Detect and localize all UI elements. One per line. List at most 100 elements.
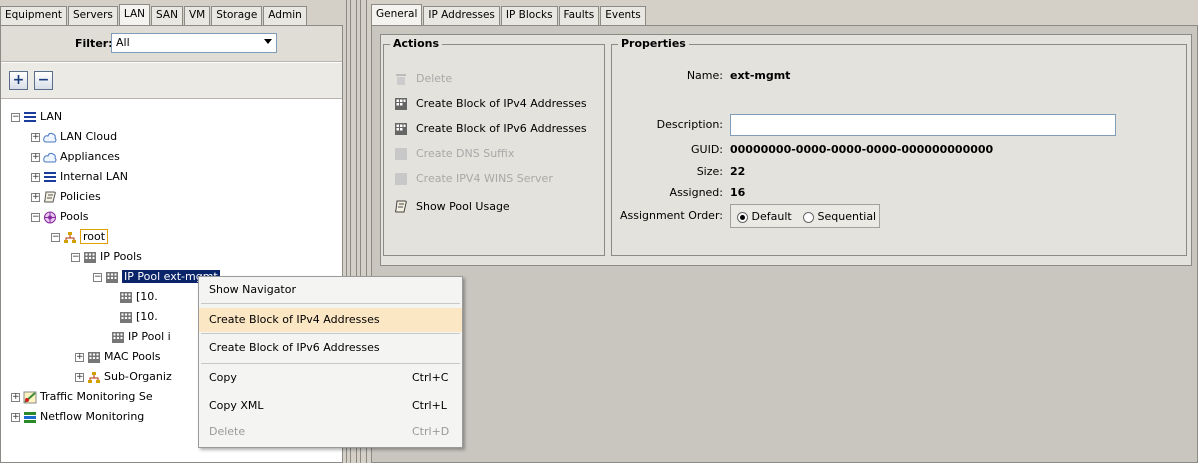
tree-label: Policies [60, 190, 101, 203]
lan-icon [23, 111, 37, 124]
filter-dropdown[interactable]: All [111, 33, 277, 53]
expand-icon[interactable]: + [31, 152, 40, 162]
tab-events[interactable]: Events [600, 6, 646, 25]
action-create-ipv4-block[interactable]: Create Block of IPv4 Addresses [394, 95, 587, 113]
tab-ip-addresses[interactable]: IP Addresses [423, 6, 500, 25]
menu-delete[interactable]: Delete Ctrl+D [199, 420, 462, 444]
description-input[interactable] [730, 114, 1116, 136]
cloud-icon [43, 151, 57, 164]
radio-sequential[interactable]: Sequential [803, 210, 876, 223]
tree-node-ip-pool-i[interactable]: IP Pool i [111, 328, 171, 345]
tree-label: LAN Cloud [60, 130, 118, 143]
assigned-label-row: Assigned: [621, 184, 723, 202]
tab-vm[interactable]: VM [183, 6, 211, 25]
menu-copy[interactable]: Copy Ctrl+C [199, 366, 462, 390]
tree-node-appliances[interactable]: + Appliances [31, 148, 120, 165]
expand-icon[interactable]: + [31, 192, 40, 202]
expand-icon[interactable]: + [31, 132, 40, 142]
assignment-order-label: Assignment Order: [619, 209, 723, 222]
tree-node-block-1[interactable]: [10. [119, 288, 158, 305]
tab-admin[interactable]: Admin [263, 6, 307, 25]
minus-icon: − [37, 72, 50, 88]
radio-default[interactable]: Default [737, 210, 792, 223]
tree-label: Netflow Monitoring [40, 410, 145, 423]
action-delete[interactable]: Delete [394, 70, 452, 88]
cloud-icon [43, 131, 57, 144]
action-show-pool-usage[interactable]: Show Pool Usage [394, 198, 510, 216]
collapse-icon[interactable]: − [71, 252, 80, 262]
tree-label: Appliances [60, 150, 120, 163]
netflow-icon [23, 411, 37, 424]
description-label-row: Description: [621, 116, 723, 134]
ip-block-icon [394, 97, 408, 111]
expand-all-button[interactable]: + [9, 71, 28, 90]
expand-icon[interactable]: + [11, 412, 20, 422]
filter-row: Filter: All [1, 26, 342, 62]
menu-copy-xml[interactable]: Copy XML Ctrl+L [199, 394, 462, 418]
action-create-dns-suffix[interactable]: Create DNS Suffix [394, 145, 514, 163]
tab-servers[interactable]: Servers [68, 6, 118, 25]
menu-create-ipv4-block[interactable]: Create Block of IPv4 Addresses [199, 308, 462, 332]
copy-shortcut: Ctrl+C [412, 371, 449, 384]
pools-icon [43, 211, 57, 224]
assignment-order-label-row: Assignment Order: [617, 207, 723, 225]
tab-faults[interactable]: Faults [558, 6, 600, 25]
action-create-ipv6-block[interactable]: Create Block of IPv6 Addresses [394, 120, 587, 138]
ip-block-icon [394, 122, 408, 136]
organization-icon [87, 371, 101, 384]
traffic-monitoring-icon [23, 391, 37, 404]
tab-general[interactable]: General [371, 4, 423, 25]
tree-node-lan[interactable]: − LAN [11, 108, 62, 125]
tab-san[interactable]: SAN [151, 6, 183, 25]
tree-node-pools[interactable]: − Pools [31, 208, 89, 225]
collapse-icon[interactable]: − [93, 272, 102, 282]
tree-label: Sub-Organiz [104, 370, 172, 383]
tab-storage[interactable]: Storage [211, 6, 263, 25]
collapse-icon[interactable]: − [11, 112, 20, 122]
tree-label: [10. [136, 290, 158, 303]
chevron-down-icon [264, 39, 272, 44]
general-content: Actions Delete Create Block of IPv4 Addr… [380, 34, 1192, 266]
actions-group: Actions Delete Create Block of IPv4 Addr… [383, 37, 605, 256]
expand-icon[interactable]: + [75, 352, 84, 362]
guid-value: 00000000-0000-0000-0000-000000000000 [730, 143, 994, 156]
policy-scroll-icon [43, 191, 57, 204]
pool-usage-scroll-icon [394, 200, 408, 214]
action-create-wins-server[interactable]: Create IPV4 WINS Server [394, 170, 553, 188]
tree-label: MAC Pools [104, 350, 161, 363]
tree-node-sub-organizations[interactable]: + Sub-Organiz [75, 368, 172, 385]
expand-icon[interactable]: + [11, 392, 20, 402]
tree-node-netflow-monitoring[interactable]: + Netflow Monitoring [11, 408, 144, 425]
tree-toolbar: + − [1, 63, 342, 99]
tree-node-lan-cloud[interactable]: + LAN Cloud [31, 128, 117, 145]
filter-value: All [116, 36, 130, 49]
tree-node-ip-pools[interactable]: − IP Pools [71, 248, 142, 265]
tab-ip-blocks[interactable]: IP Blocks [500, 6, 558, 25]
context-menu: Show Navigator Create Block of IPv4 Addr… [198, 276, 463, 448]
tree-node-root[interactable]: − root [51, 228, 109, 245]
radio-checked-icon [737, 211, 748, 223]
assigned-label: Assigned: [669, 186, 723, 199]
tab-equipment[interactable]: Equipment [0, 6, 67, 25]
plus-icon: + [12, 72, 25, 88]
tree-label: LAN [40, 110, 63, 123]
collapse-icon[interactable]: − [31, 212, 40, 222]
expand-icon[interactable]: + [31, 172, 40, 182]
tree-label: Traffic Monitoring Se [40, 390, 153, 403]
tree-node-policies[interactable]: + Policies [31, 188, 101, 205]
tree-node-traffic-monitoring[interactable]: + Traffic Monitoring Se [11, 388, 153, 405]
tree-label: root [80, 229, 109, 244]
expand-icon[interactable]: + [75, 372, 84, 382]
tree-label: Pools [60, 210, 89, 223]
left-tab-bar: Equipment Servers LAN SAN VM Storage Adm… [0, 3, 312, 25]
menu-create-ipv6-block[interactable]: Create Block of IPv6 Addresses [199, 336, 462, 360]
tree-node-mac-pools[interactable]: + MAC Pools [75, 348, 161, 365]
tree-node-internal-lan[interactable]: + Internal LAN [31, 168, 128, 185]
menu-show-navigator[interactable]: Show Navigator [199, 278, 462, 302]
collapse-icon[interactable]: − [51, 232, 60, 242]
ip-pool-grid-icon [111, 331, 125, 344]
lan-icon [43, 171, 57, 184]
tab-lan[interactable]: LAN [118, 4, 151, 25]
tree-node-block-2[interactable]: [10. [119, 308, 158, 325]
collapse-all-button[interactable]: − [34, 71, 53, 90]
